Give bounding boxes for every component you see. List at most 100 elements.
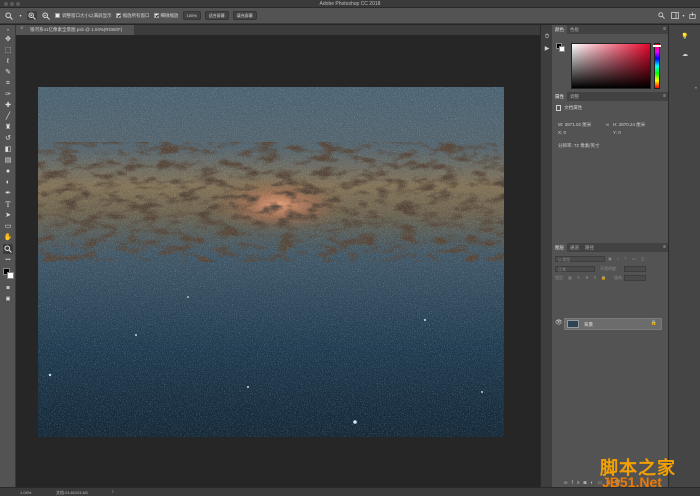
hand-tool-icon[interactable]: ✋ <box>3 233 13 243</box>
document-canvas[interactable] <box>38 87 504 437</box>
edit-toolbar-icon[interactable]: ••• <box>3 255 13 265</box>
libraries-panel-icon[interactable]: ☁ <box>681 51 689 59</box>
layer-row[interactable]: 背景 🔒 <box>564 318 662 330</box>
marquee-tool-icon[interactable]: ⬚ <box>3 46 13 56</box>
tab-swatches[interactable]: 色板 <box>567 25 582 34</box>
zoom-all-windows-box[interactable] <box>115 13 121 18</box>
width-label: W: <box>558 122 564 127</box>
move-tool-icon[interactable]: ✥ <box>3 35 13 45</box>
crop-tool-icon[interactable]: ⌗ <box>3 79 13 89</box>
y-value[interactable]: 0 <box>618 130 621 135</box>
lock-icons[interactable]: ▦ ✎ ✥ ⌗ 🔒 <box>568 275 608 280</box>
link-layers-icon[interactable]: ∞ <box>564 480 572 486</box>
x-label: X: <box>558 130 563 135</box>
scrubby-zoom-checkbox[interactable]: 细微缩放 <box>153 12 179 19</box>
fit-screen-button[interactable]: 适合屏幕 <box>204 11 229 20</box>
workspace-icon[interactable] <box>670 11 680 20</box>
resize-windows-checkbox[interactable]: 调整窗口大小以满屏显示 <box>55 13 112 19</box>
layers-panel-tabs: 图层 通道 路径 ≡ <box>552 243 668 252</box>
color-picker-field[interactable] <box>571 43 651 89</box>
layer-style-icon[interactable]: fx <box>572 480 584 486</box>
y-field[interactable]: Y: 0 <box>613 130 621 135</box>
resize-windows-box[interactable] <box>55 13 60 18</box>
canvas-area[interactable] <box>16 35 540 487</box>
width-field[interactable]: W: 3871.02 厘米 <box>558 122 591 128</box>
layer-name[interactable]: 背景 <box>584 322 593 328</box>
blur-tool-icon[interactable]: ● <box>3 167 13 177</box>
tab-channels[interactable]: 通道 <box>567 243 582 252</box>
zoom-100-button[interactable]: 100% <box>182 11 201 20</box>
hue-slider-marker[interactable] <box>653 44 661 47</box>
height-value[interactable]: 2870.24 厘米 <box>619 122 646 127</box>
document-tab-bar: × 银河系41亿像素全景图.psb @ 1.04%(RGB/8*) <box>16 25 540 35</box>
tab-layers[interactable]: 图层 <box>552 243 567 252</box>
eraser-tool-icon[interactable]: ◧ <box>3 145 13 155</box>
hue-slider[interactable] <box>653 43 661 89</box>
layer-visibility-eye-icon[interactable]: 👁 <box>555 319 563 326</box>
background-color-swatch[interactable] <box>7 272 14 279</box>
quick-selection-tool-icon[interactable]: ✎ <box>3 68 13 78</box>
healing-brush-tool-icon[interactable]: ✚ <box>3 101 13 111</box>
learn-panel-icon[interactable]: 💡 <box>681 33 689 41</box>
share-icon[interactable] <box>687 11 697 20</box>
x-value[interactable]: 0 <box>564 130 567 135</box>
tab-paths[interactable]: 路径 <box>582 243 597 252</box>
type-tool-icon[interactable]: T <box>3 200 13 210</box>
dodge-tool-icon[interactable]: ◐ <box>3 178 13 188</box>
scrubby-zoom-label: 细微缩放 <box>160 12 179 18</box>
lasso-tool-icon[interactable]: ℓ <box>3 57 13 67</box>
chevron-down-icon[interactable]: ▾ <box>681 11 686 20</box>
panel-menu-icon[interactable]: ≡ <box>663 93 666 99</box>
fill-field[interactable] <box>624 275 646 281</box>
quick-mask-icon[interactable]: ◙ <box>3 283 13 293</box>
background-color-chip[interactable] <box>559 46 565 52</box>
brush-tool-icon[interactable]: ╱ <box>3 112 13 122</box>
y-label: Y: <box>613 130 618 135</box>
actions-panel-icon[interactable]: ▶ <box>543 45 551 53</box>
blend-mode-select[interactable]: 正常 <box>555 266 595 272</box>
opacity-field[interactable] <box>624 266 646 272</box>
height-field[interactable]: H: 2870.24 厘米 <box>613 122 645 128</box>
zoom-all-windows-label: 缩放所有窗口 <box>122 12 150 18</box>
eyedropper-tool-icon[interactable]: ✑ <box>3 90 13 100</box>
watermark-line2: JB51.Net <box>602 474 662 490</box>
gradient-tool-icon[interactable]: ▤ <box>3 156 13 166</box>
history-brush-tool-icon[interactable]: ↺ <box>3 134 13 144</box>
scrubby-zoom-box[interactable] <box>153 13 159 18</box>
layer-filter-kind[interactable]: Q 类型 <box>555 256 605 262</box>
layer-mask-icon[interactable]: ◙ <box>583 480 590 486</box>
layer-lock-icon: 🔒 <box>650 320 657 326</box>
watermark-logo: 脚本之家 JB51.Net <box>596 452 696 492</box>
fill-screen-button[interactable]: 填充屏幕 <box>232 11 257 20</box>
tab-adjustments[interactable]: 调整 <box>567 92 582 101</box>
rectangle-tool-icon[interactable]: ▭ <box>3 222 13 232</box>
pen-tool-icon[interactable]: ✒ <box>3 189 13 199</box>
app-title: Adobe Photoshop CC 2018 <box>319 1 381 7</box>
layer-filter-icons[interactable]: ▣ ◐ T ▭ ◫ <box>608 256 647 261</box>
panel-menu-icon[interactable]: ≡ <box>663 26 666 32</box>
zoom-out-icon[interactable] <box>41 11 51 20</box>
screen-mode-icon[interactable]: ▣ <box>3 294 13 304</box>
history-panel-icon[interactable]: ⏱ <box>543 33 551 41</box>
path-selection-tool-icon[interactable]: ➤ <box>3 211 13 221</box>
status-menu-icon[interactable]: › <box>112 489 114 495</box>
tab-color[interactable]: 颜色 <box>552 25 567 34</box>
x-field[interactable]: X: 0 <box>558 130 566 135</box>
zoom-tool-icon[interactable] <box>3 244 13 254</box>
clone-stamp-tool-icon[interactable]: ♜ <box>3 123 13 133</box>
document-tab[interactable]: × 银河系41亿像素全景图.psb @ 1.04%(RGB/8*) <box>16 25 134 35</box>
zoom-tool-preset-icon[interactable] <box>4 11 14 20</box>
zoom-in-icon[interactable] <box>27 11 37 20</box>
chevron-down-icon[interactable]: ▾ <box>18 11 23 20</box>
close-tab-icon[interactable]: × <box>20 26 24 32</box>
zoom-all-windows-checkbox[interactable]: 缩放所有窗口 <box>115 12 150 19</box>
link-dimensions-icon[interactable]: ∞ <box>606 122 609 127</box>
tab-properties[interactable]: 属性 <box>552 92 567 101</box>
milky-way-image <box>38 87 504 437</box>
collapse-panels-icon[interactable]: « <box>695 85 697 90</box>
panel-menu-icon[interactable]: ≡ <box>663 244 666 250</box>
section-title: 文档属性 <box>564 105 583 111</box>
search-icon[interactable] <box>656 11 666 20</box>
zoom-readout[interactable]: 1.04% <box>20 490 31 495</box>
width-value[interactable]: 3871.02 厘米 <box>565 122 592 127</box>
